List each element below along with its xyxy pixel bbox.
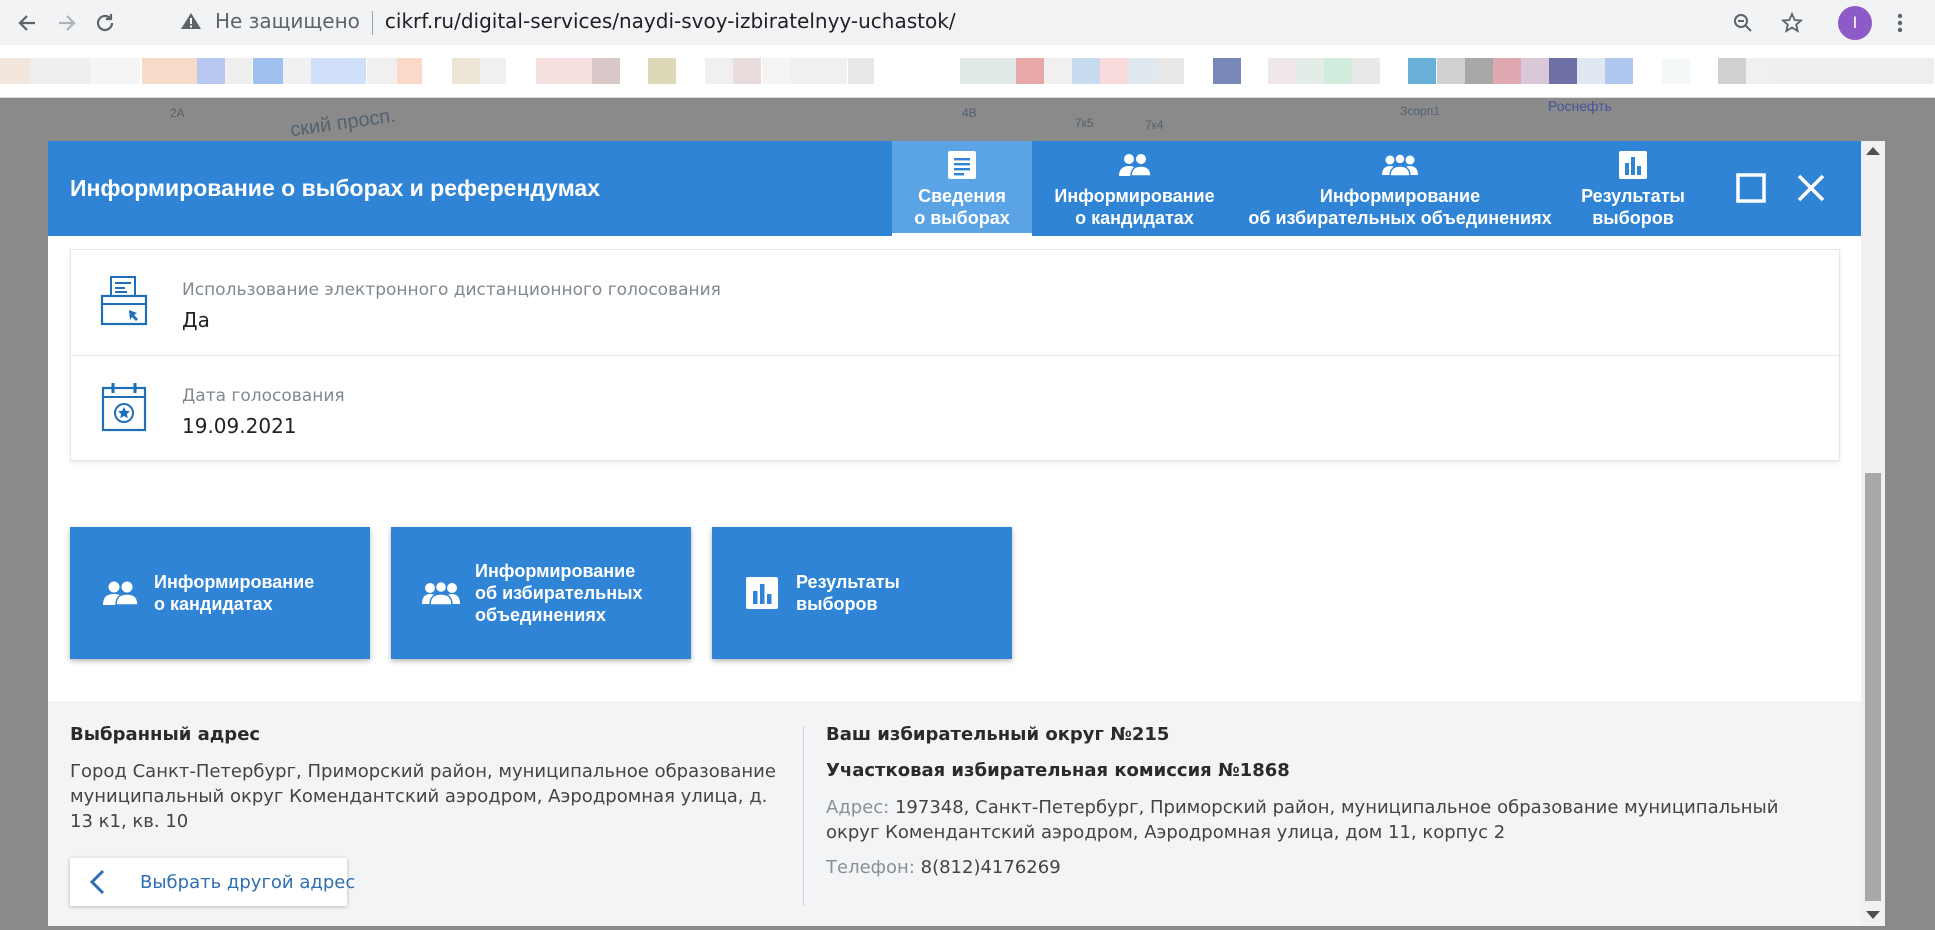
modal-header: Информирование о выборах и референдумах …	[48, 141, 1861, 236]
action-label: Информирование о кандидатах	[154, 572, 315, 614]
url-value: cikrf.ru/digital-services/naydi-svoy-izb…	[384, 9, 956, 33]
tab-label: Результаты выборов	[1581, 186, 1685, 228]
tab-election-info[interactable]: Сведения о выборах	[892, 141, 1032, 236]
map-label: 2А	[170, 106, 185, 120]
tab-label: Информирование о кандидатах	[1054, 186, 1215, 228]
forward-icon[interactable]	[52, 8, 82, 38]
menu-icon[interactable]	[1885, 8, 1915, 38]
info-label: Использование электронного дистанционног…	[182, 280, 721, 300]
group-icon	[1382, 147, 1418, 183]
elections-modal: Информирование о выборах и референдумах …	[48, 141, 1885, 926]
action-label: Результаты выборов	[796, 572, 900, 614]
maximize-icon[interactable]	[1732, 169, 1770, 207]
people-icon	[100, 575, 140, 611]
profile-avatar[interactable]: I	[1838, 6, 1872, 40]
map-label: 4В	[962, 106, 977, 120]
reload-icon[interactable]	[90, 8, 120, 38]
tab-associations[interactable]: Информирование об избирательных объедине…	[1237, 141, 1563, 236]
chevron-left-icon	[88, 869, 108, 899]
modal-title: Информирование о выборах и референдумах	[70, 175, 601, 201]
tab-label: Информирование об избирательных объедине…	[1248, 186, 1552, 228]
info-value: 19.09.2021	[182, 414, 297, 438]
election-info-card: Использование электронного дистанционног…	[70, 249, 1840, 461]
map-label: 7к4	[1145, 118, 1164, 132]
bookmarks-bar	[0, 45, 1935, 98]
associations-info-button[interactable]: Информирование об избирательных объедине…	[391, 527, 691, 659]
chart-icon	[1617, 147, 1649, 183]
action-label: Информирование об избирательных объедине…	[475, 561, 643, 625]
panel-divider	[803, 726, 804, 906]
security-label: Не защищено	[215, 9, 360, 33]
results-button[interactable]: Результаты выборов	[712, 527, 1012, 659]
address-panel: Выбранный адрес Город Санкт-Петербург, П…	[48, 701, 1861, 926]
selected-address-title: Выбранный адрес	[70, 724, 261, 745]
address-value: 197348, Санкт-Петербург, Приморский райо…	[826, 797, 1779, 843]
close-icon[interactable]	[1792, 169, 1830, 207]
tab-label: Сведения о выборах	[914, 186, 1010, 228]
map-label: Зсорп1	[1400, 104, 1440, 118]
back-icon[interactable]	[12, 8, 42, 38]
info-row-remote-voting: Использование электронного дистанционног…	[71, 250, 1839, 355]
map-label: Роснефть	[1548, 98, 1612, 114]
address-label: Адрес:	[826, 797, 890, 818]
info-row-voting-date: Дата голосования 19.09.2021	[71, 355, 1839, 460]
scroll-thumb[interactable]	[1865, 473, 1881, 901]
people-icon	[1118, 147, 1152, 183]
district-title: Ваш избирательный округ №215	[826, 724, 1170, 745]
commission-phone: Телефон: 8(812)4176269	[826, 855, 1061, 880]
candidates-info-button[interactable]: Информирование о кандидатах	[70, 527, 370, 659]
calendar-icon	[99, 380, 149, 434]
bookmark-star-icon[interactable]	[1777, 8, 1807, 38]
tab-results[interactable]: Результаты выборов	[1563, 141, 1703, 236]
phone-value: 8(812)4176269	[920, 857, 1061, 878]
info-label: Дата голосования	[182, 386, 345, 406]
zoom-icon[interactable]	[1728, 8, 1758, 38]
phone-label: Телефон:	[826, 857, 915, 878]
info-value: Да	[182, 308, 210, 332]
url-text[interactable]: Не защищено cikrf.ru/digital-services/nay…	[215, 9, 956, 35]
commission-address: Адрес: 197348, Санкт-Петербург, Приморск…	[826, 795, 1826, 845]
back-button-label: Выбрать другой адрес	[140, 872, 356, 893]
chart-icon	[742, 575, 782, 611]
ballot-box-icon	[99, 274, 149, 328]
map-label: 7к5	[1075, 116, 1094, 130]
tab-candidates[interactable]: Информирование о кандидатах	[1032, 141, 1237, 236]
choose-another-address-button[interactable]: Выбрать другой адрес	[70, 858, 355, 906]
document-icon	[946, 147, 978, 183]
browser-toolbar: Не защищено cikrf.ru/digital-services/nay…	[0, 0, 1935, 45]
selected-address-text: Город Санкт-Петербург, Приморский район,…	[70, 761, 776, 832]
map-label: ский просп.	[288, 104, 398, 142]
warning-icon[interactable]	[180, 10, 202, 36]
scroll-down-icon[interactable]	[1866, 911, 1880, 919]
scroll-up-icon[interactable]	[1866, 147, 1880, 155]
group-icon	[421, 575, 461, 611]
commission-title: Участковая избирательная комиссия №1868	[826, 760, 1290, 781]
modal-scrollbar[interactable]	[1861, 141, 1885, 926]
